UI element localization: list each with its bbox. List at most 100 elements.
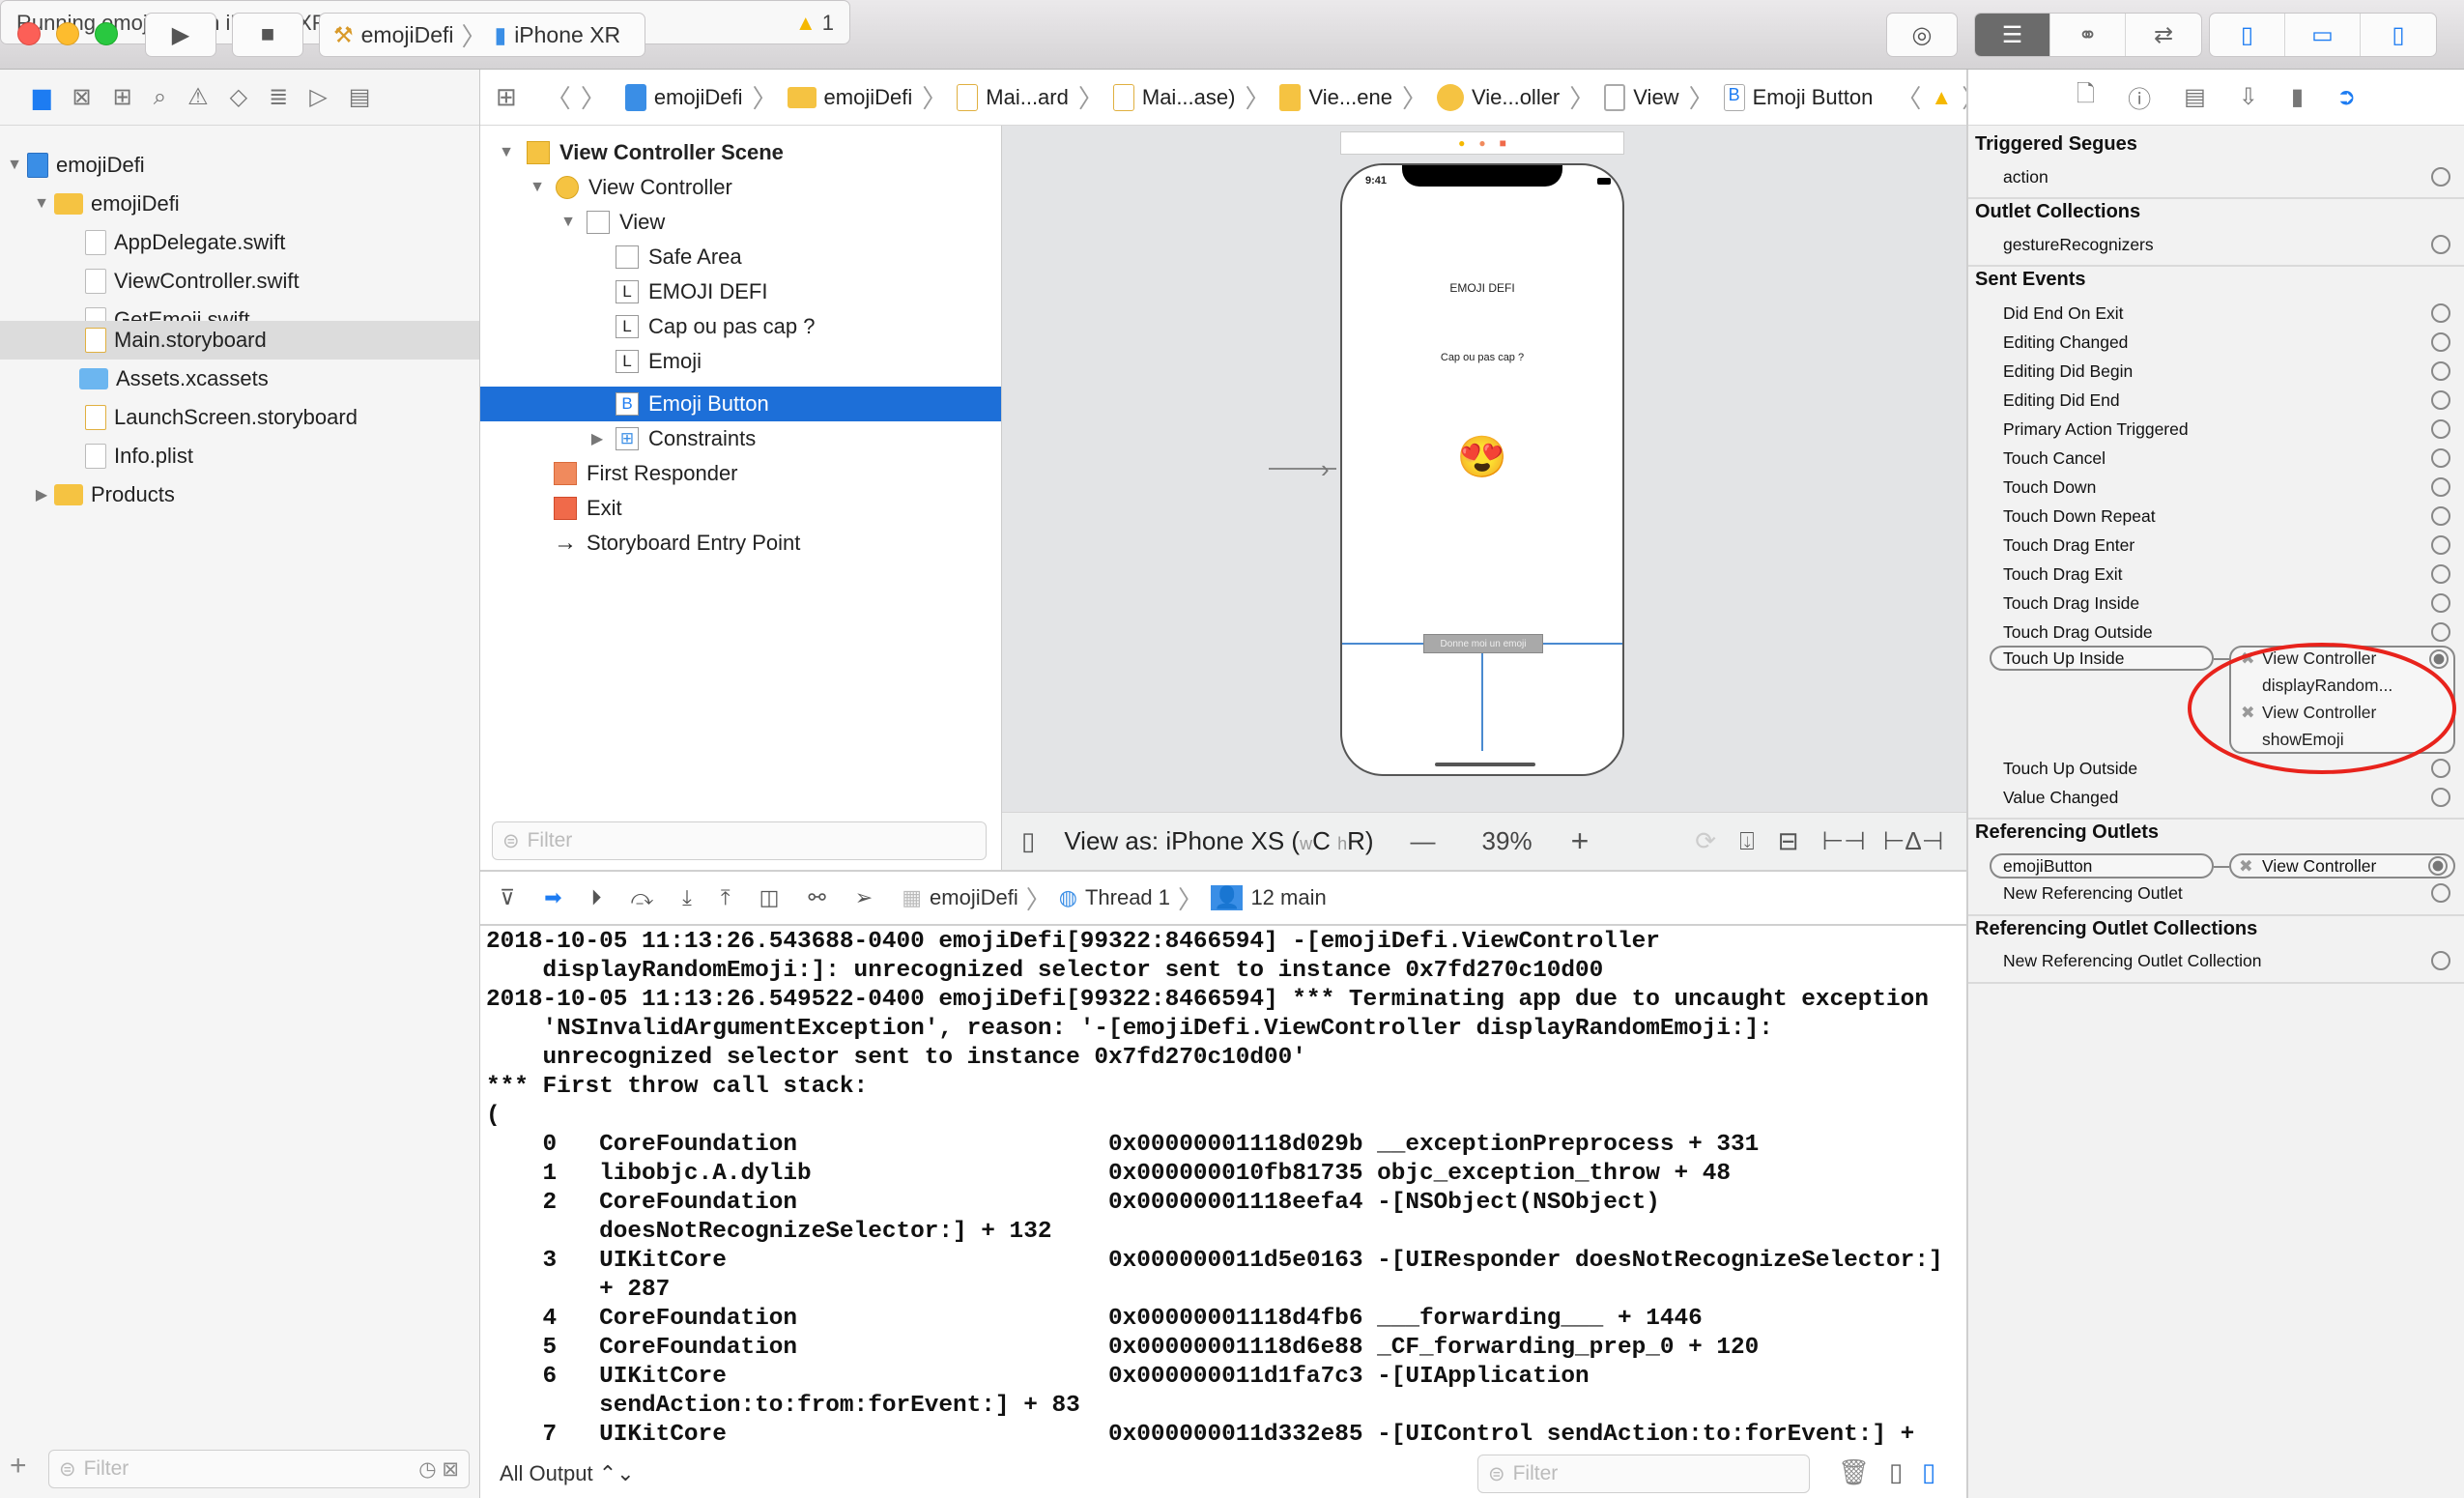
title-label[interactable]: EMOJI DEFI [1342, 281, 1622, 295]
outline-item-constraints[interactable]: ▶ ⊞ Constraints [480, 421, 1001, 456]
outline-item-entry-point[interactable]: → Storyboard Entry Point [480, 526, 1001, 561]
nav-item-group[interactable]: ▶ Products [0, 475, 479, 514]
connection-circle[interactable] [2431, 303, 2450, 323]
nav-item-file-selected[interactable]: Main.storyboard [0, 321, 479, 360]
quick-help-icon[interactable]: ⓘ [2128, 80, 2151, 114]
nav-item-file[interactable]: Info.plist [0, 437, 479, 475]
zoom-in-button[interactable]: + [1571, 823, 1590, 859]
disclosure-open-icon[interactable]: ▼ [33, 195, 50, 213]
breakpoint-icon[interactable]: ▷ [309, 83, 327, 111]
step-into-icon[interactable]: ⤓ [682, 885, 692, 910]
search-icon[interactable]: ⌕ [154, 84, 166, 111]
iphone-scene[interactable]: 9:41 EMOJI DEFI Cap ou pas cap ? 😍 Donne… [1340, 163, 1624, 776]
close-window-button[interactable] [17, 22, 41, 45]
outline-filter-input[interactable]: ⊜ Filter [492, 821, 987, 860]
disclosure-open-icon[interactable]: ▼ [559, 214, 577, 231]
outline-item-scene[interactable]: ▼ View Controller Scene [480, 135, 1001, 170]
remove-connection-icon[interactable]: ✖ [2239, 856, 2253, 877]
library-button[interactable]: ◎ [1886, 13, 1958, 57]
disclosure-closed-icon[interactable]: ▶ [588, 429, 606, 448]
console-view-toggle-icon[interactable]: ▯ [1922, 1457, 1935, 1487]
connection-circle[interactable] [2431, 788, 2450, 807]
update-frames-icon[interactable]: ⟳ [1695, 826, 1716, 856]
minimize-window-button[interactable] [56, 22, 79, 45]
outline-item-safe-area[interactable]: Safe Area [480, 240, 1001, 274]
first-responder-dock-icon[interactable]: ● [1478, 136, 1485, 150]
debug-breadcrumb[interactable]: ▦ emojiDefi 〉 ◍ Thread 1 〉 👤 12 main [902, 880, 1326, 916]
outline-item-first-responder[interactable]: First Responder [480, 456, 1001, 491]
output-selector[interactable]: All Output ⌃⌄ [500, 1461, 635, 1486]
report-icon[interactable]: ▤ [349, 83, 371, 111]
outline-toggle-icon[interactable]: ▯ [1021, 826, 1035, 856]
folder-icon[interactable]: ▆ [33, 83, 50, 111]
connection-circle[interactable] [2431, 593, 2450, 613]
step-out-icon[interactable]: ⤒ [721, 885, 731, 910]
test-icon[interactable]: ◇ [230, 83, 247, 111]
align-icon[interactable]: ⊟ [1778, 826, 1799, 856]
nav-item-file[interactable]: AppDelegate.swift [0, 223, 479, 262]
outline-item-label[interactable]: L Emoji [480, 344, 1001, 379]
navigator-toggle-icon[interactable]: ▯ [2210, 14, 2285, 56]
view-as-selector[interactable]: View as: iPhone XS (wC hR) [1064, 826, 1373, 856]
nav-item-project[interactable]: ▼ emojiDefi [0, 146, 479, 185]
outline-item-label[interactable]: L Cap ou pas cap ? [480, 309, 1001, 344]
forward-icon[interactable]: 〉 [581, 79, 606, 115]
identity-inspector-icon[interactable]: ▤ [2184, 83, 2206, 111]
breadcrumb-group[interactable]: emojiDefi [787, 85, 912, 110]
connection-circle[interactable] [2431, 535, 2450, 555]
exit-dock-icon[interactable]: ■ [1500, 136, 1506, 150]
connection-circle[interactable] [2431, 235, 2450, 254]
outline-item-exit[interactable]: Exit [480, 491, 1001, 526]
debug-area-toggle-icon[interactable]: ▭ [2285, 14, 2361, 56]
zoom-out-button[interactable]: — [1411, 826, 1436, 856]
hide-debug-area-icon[interactable]: ⊽ [500, 885, 515, 910]
embed-in-icon[interactable]: ⍗ [1739, 826, 1755, 857]
navigator-filter-input[interactable]: ⊜ Filter ◷ ⊠ [48, 1450, 470, 1488]
breadcrumb-view-controller[interactable]: Vie...oller [1436, 83, 1560, 111]
outline-item-view-controller[interactable]: ▼ View Controller [480, 170, 1001, 205]
related-items-icon[interactable]: ⊞ [496, 82, 517, 112]
connection-circle[interactable] [2431, 564, 2450, 584]
breadcrumb-emoji-button[interactable]: B Emoji Button [1723, 83, 1873, 111]
scheme-selector[interactable]: ⚒ emojiDefi 〉 ▮ iPhone XR [319, 13, 645, 57]
nav-item-file[interactable]: ViewController.swift [0, 262, 479, 301]
panel-toggle-control[interactable]: ▯ ▭ ▯ [2209, 13, 2437, 57]
emoji-button-selected[interactable]: Donne moi un emoji [1423, 634, 1543, 653]
breadcrumb-view[interactable]: View [1604, 83, 1679, 111]
outline-item-view[interactable]: ▼ View [480, 205, 1001, 240]
debug-icon[interactable]: ≣ [269, 83, 288, 111]
disclosure-open-icon[interactable]: ▼ [6, 157, 23, 174]
symbol-icon[interactable]: ⊞ [113, 83, 132, 111]
connection-circle[interactable] [2431, 361, 2450, 381]
connection-circle[interactable] [2431, 419, 2450, 439]
inspector-toggle-icon[interactable]: ▯ [2361, 14, 2436, 56]
connections-inspector-icon[interactable]: ➲ [2336, 83, 2356, 111]
memory-graph-icon[interactable]: ⚯ [808, 885, 825, 910]
touch-up-inside-event[interactable]: Touch Up Inside [1990, 646, 2214, 671]
nav-item-file[interactable]: LaunchScreen.storyboard [0, 398, 479, 437]
recent-files-icon[interactable]: ◷ ⊠ [418, 1457, 459, 1482]
breadcrumb-base[interactable]: Mai...ase) [1112, 83, 1235, 111]
breadcrumb-project[interactable]: emojiDefi [624, 83, 743, 111]
add-icon[interactable]: + [10, 1450, 27, 1483]
view-controller-dock-icon[interactable]: ● [1458, 136, 1465, 150]
outline-item-emoji-button[interactable]: B Emoji Button [480, 387, 1001, 421]
issue-icon[interactable]: ⚠ [187, 83, 209, 111]
assistant-editor-icon[interactable]: ⚭ [2050, 14, 2126, 56]
breadcrumb-storyboard[interactable]: Mai...ard [957, 83, 1069, 111]
subtitle-label[interactable]: Cap ou pas cap ? [1342, 352, 1622, 363]
connection-circle[interactable] [2431, 883, 2450, 903]
standard-editor-icon[interactable]: ☰ [1975, 14, 2050, 56]
trash-icon[interactable]: 🗑 [1838, 1457, 1870, 1487]
nav-item-file[interactable]: Assets.xcassets [0, 360, 479, 398]
view-debugger-icon[interactable]: ◫ [759, 885, 780, 910]
zoom-window-button[interactable] [95, 22, 118, 45]
connection-circle[interactable] [2431, 506, 2450, 526]
referencing-outlet[interactable]: emojiButton [1990, 853, 2214, 879]
run-button[interactable]: ▶ [145, 13, 216, 57]
console-filter-input[interactable]: ⊜ Filter [1477, 1455, 1810, 1493]
connection-filled-circle[interactable] [2428, 856, 2448, 876]
disclosure-open-icon[interactable]: ▼ [498, 144, 515, 161]
nav-item-group[interactable]: ▼ emojiDefi [0, 185, 479, 223]
connection-circle[interactable] [2431, 167, 2450, 187]
